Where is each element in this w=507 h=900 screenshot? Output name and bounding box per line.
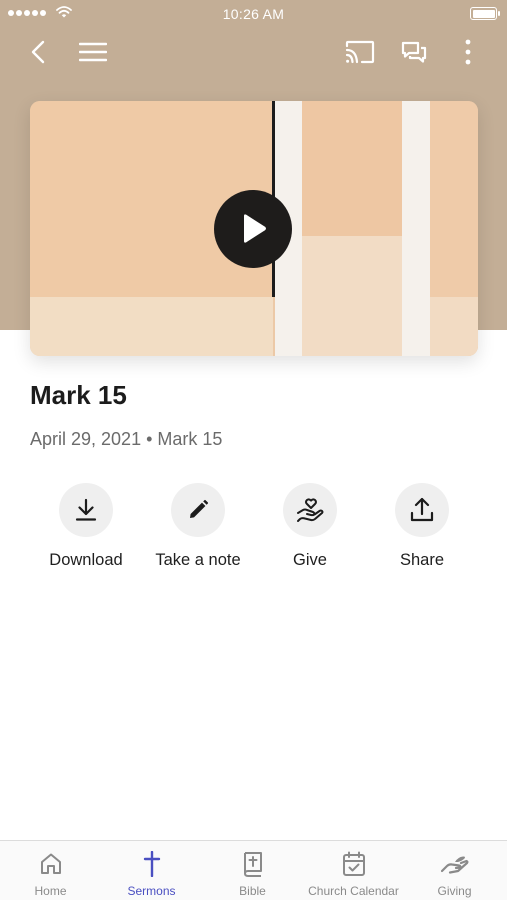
download-button[interactable]: Download: [30, 483, 142, 570]
video-thumbnail-panel-lower: [302, 236, 402, 356]
sermon-date: April 29, 2021: [30, 429, 142, 449]
tab-home-label: Home: [34, 884, 67, 898]
video-thumbnail-stripe: [402, 101, 430, 356]
back-button[interactable]: [20, 34, 56, 70]
heart-hand-icon: [297, 498, 324, 522]
more-vertical-icon: [465, 39, 471, 65]
share-label: Share: [399, 551, 445, 569]
tab-home[interactable]: Home: [0, 841, 101, 900]
play-icon: [244, 214, 266, 243]
cast-button[interactable]: [342, 34, 378, 70]
tab-sermons[interactable]: Sermons: [101, 841, 202, 900]
tab-church-calendar-label: Church Calendar: [308, 884, 399, 898]
take-a-note-label: Take a note: [155, 551, 241, 569]
give-label: Give: [293, 551, 327, 569]
bible-icon: [243, 852, 262, 877]
giving-hand-icon: [440, 856, 468, 874]
more-options-button[interactable]: [450, 34, 486, 70]
battery-icon: [470, 7, 500, 20]
download-icon: [75, 498, 97, 521]
pencil-icon: [190, 499, 209, 518]
top-navigation: [0, 28, 507, 76]
video-thumbnail-panel-lower: [430, 297, 478, 356]
download-label: Download: [49, 551, 123, 569]
sermon-title: Mark 15: [30, 380, 127, 410]
share-icon: [410, 497, 434, 522]
give-button[interactable]: Give: [254, 483, 366, 570]
take-a-note-button[interactable]: Take a note: [142, 483, 254, 570]
tab-giving[interactable]: Giving: [404, 841, 505, 900]
chevron-left-icon: [31, 40, 45, 64]
discussion-button[interactable]: [396, 34, 432, 70]
share-button[interactable]: Share: [366, 483, 478, 570]
calendar-icon: [342, 851, 365, 876]
tab-sermons-label: Sermons: [127, 884, 176, 898]
tab-church-calendar[interactable]: Church Calendar: [303, 841, 404, 900]
give-button-circle[interactable]: [283, 483, 337, 537]
sermon-actions: Download Take a note Give Share: [30, 483, 478, 583]
tab-giving-label: Giving: [437, 884, 472, 898]
share-button-circle[interactable]: [395, 483, 449, 537]
cast-icon: [345, 40, 375, 64]
take-a-note-button-circle[interactable]: [171, 483, 225, 537]
status-bar: 10:26 AM: [0, 0, 507, 28]
video-thumbnail-wall-lower: [30, 297, 273, 356]
cross-icon: [143, 851, 160, 877]
download-button-circle[interactable]: [59, 483, 113, 537]
menu-icon: [79, 42, 107, 62]
bottom-tab-bar: Home Sermons Bible Church Calendar Givin…: [0, 840, 507, 900]
status-time: 10:26 AM: [222, 6, 285, 22]
play-button[interactable]: [214, 190, 292, 268]
video-thumbnail-panel: [302, 101, 402, 236]
menu-button[interactable]: [75, 34, 111, 70]
meta-separator: •: [146, 429, 153, 449]
sermon-passage: Mark 15: [157, 429, 223, 449]
sermon-meta: April 29, 2021 • Mark 15: [30, 429, 222, 450]
tab-bible-label: Bible: [239, 884, 266, 898]
sermon-video-player[interactable]: [30, 101, 478, 356]
home-icon: [40, 853, 61, 874]
chat-bubbles-icon: [401, 41, 427, 63]
tab-bible[interactable]: Bible: [202, 841, 303, 900]
